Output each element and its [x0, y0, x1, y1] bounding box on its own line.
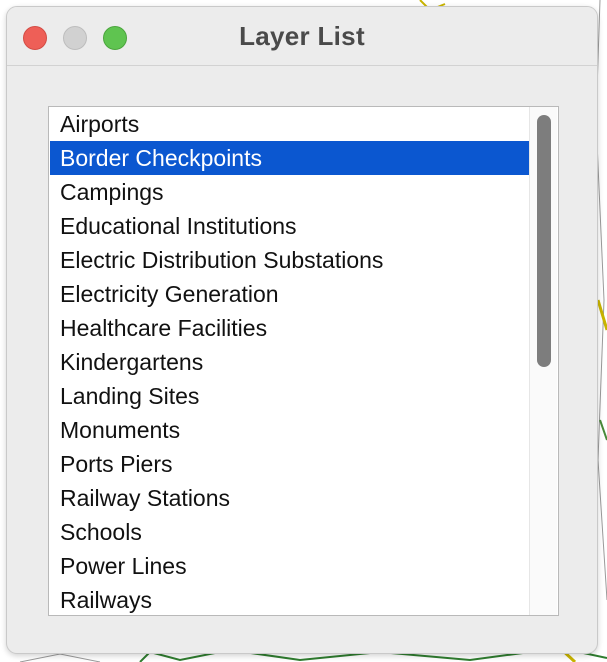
layer-listbox[interactable]: Airports Border Checkpoints Campings Educat… — [48, 106, 559, 616]
layer-item[interactable]: Campings — [50, 175, 529, 209]
layer-item[interactable]: Healthcare Facilities — [50, 311, 529, 345]
title-bar: Layer List — [7, 7, 597, 66]
layer-list: Airports Border Checkpoints Campings Educat… — [50, 107, 529, 615]
vertical-scrollbar[interactable] — [529, 107, 557, 615]
layer-item[interactable]: Railway Stations — [50, 481, 529, 515]
layer-item-selected[interactable]: Border Checkpoints — [50, 141, 529, 175]
scrollbar-thumb[interactable] — [537, 115, 551, 367]
layer-item[interactable]: Monuments — [50, 413, 529, 447]
layer-item[interactable]: Schools — [50, 515, 529, 549]
layer-item[interactable]: Ports Piers — [50, 447, 529, 481]
layer-item[interactable]: Electricity Generation — [50, 277, 529, 311]
layer-item[interactable]: Railways — [50, 583, 529, 615]
layer-item[interactable]: Kindergartens — [50, 345, 529, 379]
layer-item[interactable]: Landing Sites — [50, 379, 529, 413]
layer-item[interactable]: Airports — [50, 107, 529, 141]
layer-item[interactable]: Power Lines — [50, 549, 529, 583]
layer-item[interactable]: Electric Distribution Substations — [50, 243, 529, 277]
layer-item[interactable]: Educational Institutions — [50, 209, 529, 243]
window-title: Layer List — [239, 21, 365, 51]
layer-list-window: Layer List Airports Border Checkpoints Cam… — [6, 6, 598, 654]
